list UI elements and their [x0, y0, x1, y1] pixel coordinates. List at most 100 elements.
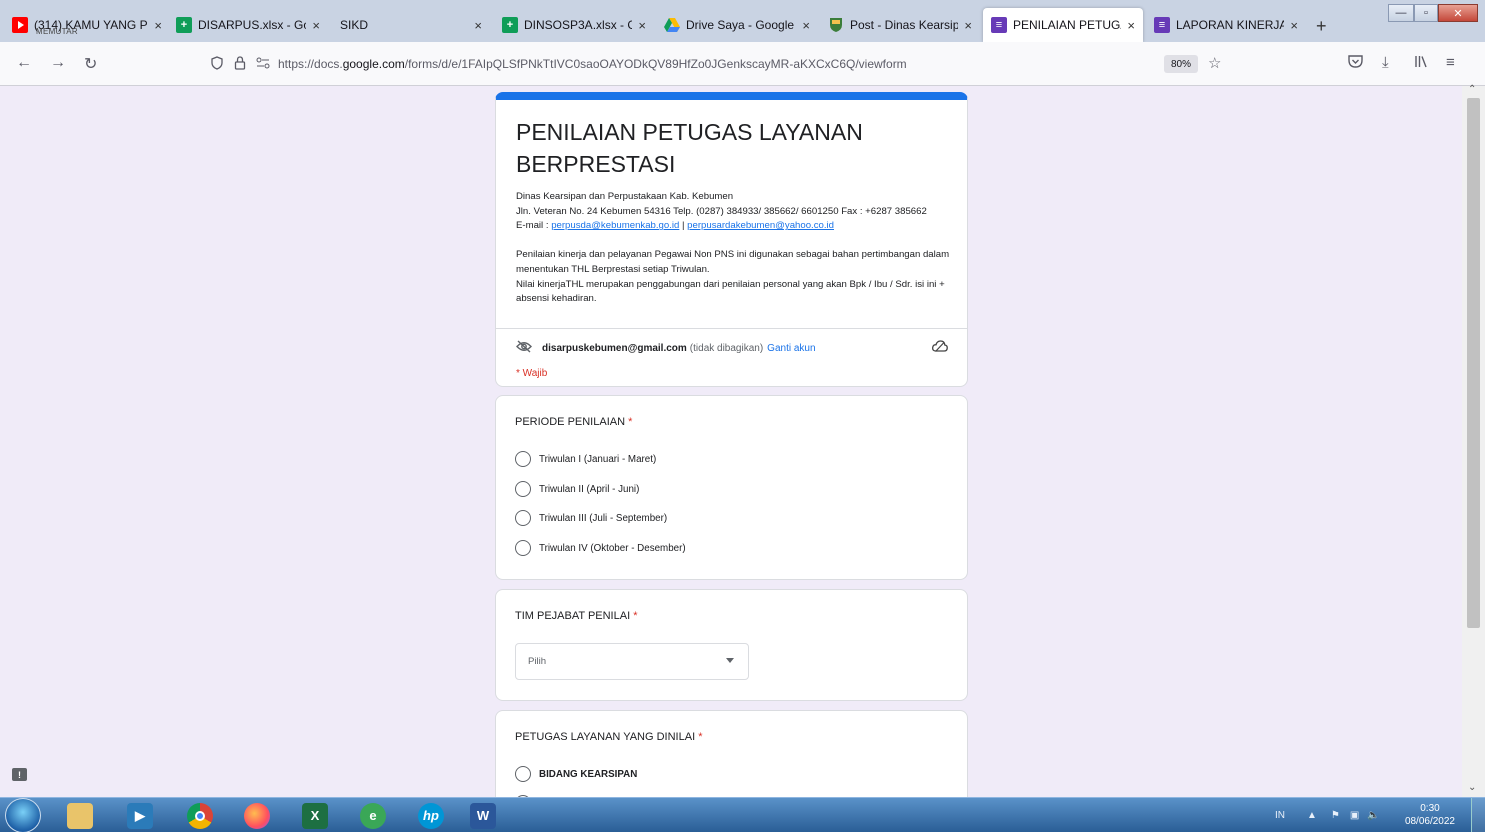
close-tab-icon[interactable]: ×: [312, 18, 320, 33]
scroll-down-icon[interactable]: ⌄: [1468, 782, 1476, 793]
email-link-yahoo[interactable]: perpusardakebumen@yahoo.co.id: [687, 220, 834, 231]
language-indicator[interactable]: IN: [1275, 810, 1285, 821]
taskbar-chrome[interactable]: [175, 800, 225, 831]
windows-taskbar: ▶ X e hp W IN ▲ ⚑ ▣ 🔈 0:30 08/06/2022: [0, 797, 1485, 832]
radio-bidang-kearsipan[interactable]: BIDANG KEARSIPAN: [515, 766, 637, 782]
feedback-icon[interactable]: !: [12, 768, 27, 781]
navigation-toolbar: ← → ↻ https://docs.google.com/forms/d/e/…: [0, 42, 1485, 86]
minimize-button[interactable]: —: [1388, 4, 1414, 22]
downloads-icon[interactable]: ⤓: [1382, 54, 1389, 71]
close-tab-icon[interactable]: ×: [154, 18, 162, 33]
question-petugas-layanan: PETUGAS LAYANAN YANG DINILAI * BIDANG KE…: [495, 710, 968, 797]
forward-arrow-icon[interactable]: →: [50, 54, 66, 72]
permissions-icon[interactable]: [256, 57, 270, 72]
radio-triwulan-1[interactable]: Triwulan I (Januari - Maret): [515, 451, 656, 467]
excel-icon: X: [302, 802, 328, 829]
radio-triwulan-3[interactable]: Triwulan III (Juli - September): [515, 510, 667, 526]
desc-line: Jln. Veteran No. 24 Kebumen 54316 Telp. …: [516, 205, 927, 217]
reload-icon[interactable]: ↻: [84, 54, 97, 74]
zoom-level-badge[interactable]: 80%: [1164, 55, 1198, 73]
question-title: PETUGAS LAYANAN YANG DINILAI *: [515, 731, 703, 743]
system-clock[interactable]: 0:30 08/06/2022: [1405, 802, 1455, 828]
page-scrollbar[interactable]: ⌃ ⌄: [1462, 84, 1485, 797]
divider: [496, 328, 967, 329]
scroll-up-icon[interactable]: ⌃: [1468, 84, 1476, 95]
back-arrow-icon[interactable]: ←: [16, 54, 32, 72]
question-periode-penilaian: PERIODE PENILAIAN * Triwulan I (Januari …: [495, 395, 968, 580]
radio-circle[interactable]: [515, 451, 531, 467]
account-note: (tidak dibagikan): [689, 342, 764, 354]
tab-title: DISARPUS.xlsx - Google: [198, 18, 306, 32]
sheets-icon: +: [502, 17, 518, 33]
new-tab-button[interactable]: +: [1316, 16, 1327, 37]
tab-post-dinas[interactable]: Post - Dinas Kearsipan ×: [820, 8, 980, 42]
tab-sikd[interactable]: SIKD ×: [330, 8, 490, 42]
start-button[interactable]: [5, 798, 41, 832]
bookmark-star-icon[interactable]: ☆: [1208, 54, 1221, 72]
clock-date: 08/06/2022: [1404, 816, 1455, 827]
close-window-button[interactable]: ✕: [1438, 4, 1478, 22]
tab-drive[interactable]: Drive Saya - Google Dr ×: [656, 8, 818, 42]
tracking-shield-icon[interactable]: [210, 55, 224, 73]
forms-icon: ≡: [1154, 17, 1170, 33]
form-description: Dinas Kearsipan dan Perpustakaan Kab. Ke…: [516, 190, 956, 307]
radio-triwulan-4[interactable]: Triwulan IV (Oktober - Desember): [515, 540, 686, 556]
switch-account-link[interactable]: Ganti akun: [767, 343, 815, 354]
word-icon: W: [470, 802, 496, 829]
volume-icon[interactable]: 🔈: [1367, 810, 1379, 821]
tab-title: LAPORAN KINERJA HA: [1176, 18, 1285, 32]
pejabat-penilai-dropdown[interactable]: Pilih: [515, 643, 749, 680]
maximize-button[interactable]: ▫: [1414, 4, 1438, 22]
show-desktop-button[interactable]: [1471, 798, 1485, 832]
pocket-icon[interactable]: [1348, 54, 1363, 72]
form-header-card: PENILAIAN PETUGAS LAYANAN BERPRESTASI Di…: [495, 92, 968, 387]
network-icon[interactable]: ▣: [1350, 810, 1359, 821]
tab-title: DINSOSP3A.xlsx - Goo: [524, 18, 633, 32]
taskbar-explorer[interactable]: [55, 800, 105, 831]
taskbar-excel[interactable]: X: [290, 800, 340, 831]
taskbar-app[interactable]: e: [348, 800, 398, 831]
media-player-icon: ▶: [127, 802, 153, 829]
tab-penilaian-active[interactable]: ≡ PENILAIAN PETUGAS L ×: [983, 8, 1143, 42]
taskbar-word[interactable]: W: [458, 800, 508, 831]
close-tab-icon[interactable]: ×: [638, 18, 646, 33]
lock-icon[interactable]: [234, 55, 246, 73]
radio-circle[interactable]: [515, 481, 531, 497]
tab-laporan-kinerja[interactable]: ≡ LAPORAN KINERJA HA ×: [1146, 8, 1306, 42]
scroll-thumb[interactable]: [1467, 98, 1480, 628]
tab-youtube[interactable]: (314) KAMU YANG PER MEMUTAR ×: [4, 8, 170, 42]
radio-triwulan-2[interactable]: Triwulan II (April - Juni): [515, 481, 639, 497]
tab-subtitle: MEMUTAR: [36, 27, 78, 36]
form-page: PENILAIAN PETUGAS LAYANAN BERPRESTASI Di…: [0, 86, 1462, 797]
close-tab-icon[interactable]: ×: [1290, 18, 1298, 33]
library-icon[interactable]: [1414, 54, 1428, 72]
tab-dinsosp3a[interactable]: + DINSOSP3A.xlsx - Goo ×: [494, 8, 654, 42]
address-bar[interactable]: https://docs.google.com/forms/d/e/1FAIpQ…: [210, 48, 1240, 80]
account-email: disarpuskebumen@gmail.com: [542, 342, 687, 354]
radio-circle[interactable]: [515, 510, 531, 526]
close-tab-icon[interactable]: ×: [1127, 18, 1135, 33]
flag-icon[interactable]: ⚑: [1331, 810, 1340, 821]
close-tab-icon[interactable]: ×: [474, 18, 482, 33]
close-tab-icon[interactable]: ×: [802, 18, 810, 33]
taskbar-media-player[interactable]: ▶: [115, 800, 165, 831]
cloud-saved-icon: [932, 340, 948, 355]
url-text[interactable]: https://docs.google.com/forms/d/e/1FAIpQ…: [278, 57, 907, 71]
email-link-perpusda[interactable]: perpusda@kebumenkab.go.id: [551, 220, 679, 231]
clock-time: 0:30: [1420, 803, 1440, 814]
radio-circle[interactable]: [515, 540, 531, 556]
desc-paragraph: Nilai kinerjaTHL merupakan penggabungan …: [516, 278, 945, 305]
email-line: E-mail : perpusda@kebumenkab.go.id | per…: [516, 220, 834, 232]
tab-title: SIKD: [340, 18, 369, 32]
hamburger-menu-icon[interactable]: ≡: [1446, 54, 1455, 71]
tab-title: Drive Saya - Google Dr: [686, 18, 796, 32]
desc-paragraph: Penilaian kinerja dan pelayanan Pegawai …: [516, 249, 950, 275]
taskbar-firefox[interactable]: [232, 800, 282, 831]
taskbar-hp[interactable]: hp: [406, 800, 456, 831]
question-title: PERIODE PENILAIAN *: [515, 416, 633, 428]
show-hidden-icons-icon[interactable]: ▲: [1307, 810, 1317, 821]
youtube-icon: [12, 17, 28, 33]
close-tab-icon[interactable]: ×: [964, 18, 972, 33]
tab-disarpus[interactable]: + DISARPUS.xlsx - Google ×: [168, 8, 328, 42]
radio-circle[interactable]: [515, 766, 531, 782]
